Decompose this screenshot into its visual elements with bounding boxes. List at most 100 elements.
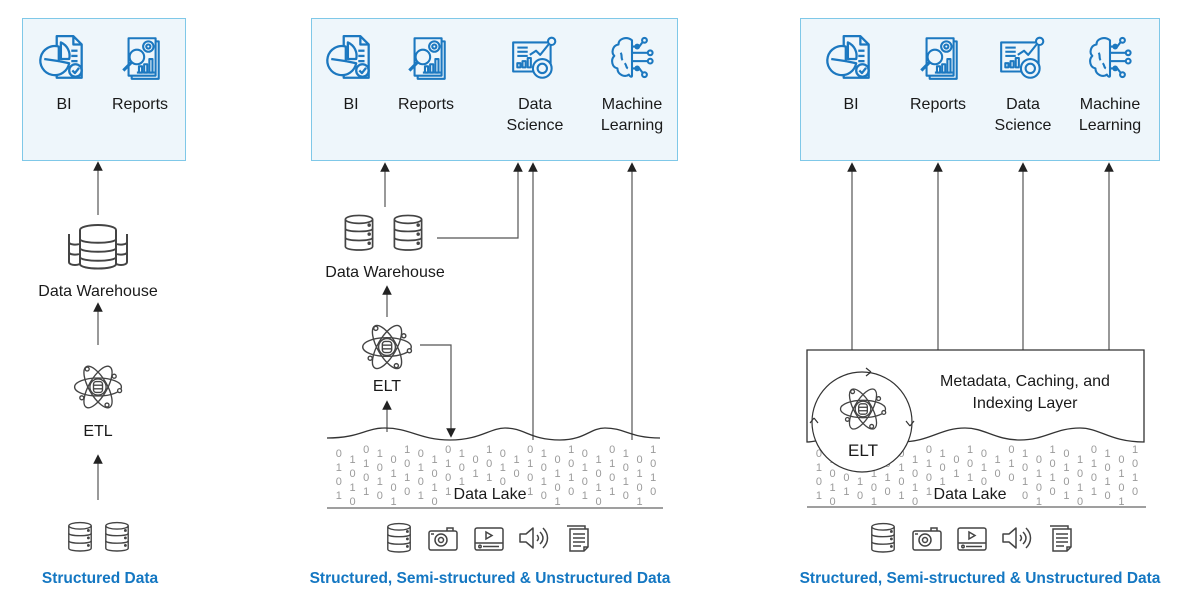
binary-digit: 1: [582, 462, 588, 474]
binary-digit: 1: [830, 482, 836, 494]
consumer-bi[interactable]: BI: [818, 32, 884, 115]
binary-digit: 1: [1091, 486, 1097, 498]
binary-digit: 1: [486, 472, 492, 484]
binary-digit: 1: [623, 448, 629, 460]
binary-digit: 1: [636, 496, 642, 508]
database-icon: [391, 213, 425, 253]
consumer-machine-learning[interactable]: Machine Learning: [590, 32, 674, 136]
binary-digit: 0: [609, 444, 615, 456]
binary-digit: 1: [568, 444, 574, 456]
consumer-label: BI: [843, 96, 859, 113]
binary-digit: 1: [472, 468, 478, 480]
video-icon: [473, 524, 505, 552]
binary-digit: 0: [636, 482, 642, 494]
elt-label: ELT: [848, 441, 878, 460]
binary-digit: 0: [1022, 490, 1028, 502]
binary-digit: 0: [650, 458, 656, 470]
binary-digit: 0: [459, 462, 465, 474]
binary-digit: 0: [995, 468, 1001, 480]
binary-digit: 1: [377, 448, 383, 460]
binary-digit: 1: [363, 486, 369, 498]
data-lake-label: Data Lake: [453, 486, 527, 503]
binary-digit: 0: [377, 462, 383, 474]
binary-digit: 1: [1022, 476, 1028, 488]
binary-digit: 0: [582, 476, 588, 488]
consumer-label: Reports: [397, 96, 455, 113]
source-label-all: Structured, Semi-structured & Unstructur…: [309, 570, 671, 587]
binary-digit: 1: [816, 490, 822, 502]
binary-digit: 1: [554, 468, 560, 480]
document-icon: [563, 523, 591, 553]
binary-digit: 0: [513, 468, 519, 480]
consumer-bi[interactable]: BI: [318, 32, 384, 115]
database-icon: [103, 521, 131, 553]
binary-digit: 1: [1077, 482, 1083, 494]
binary-digit: 0: [1063, 476, 1069, 488]
video-icon: [956, 524, 988, 552]
etl-atom-icon: [71, 360, 125, 414]
consumer-label-line1: Data: [518, 96, 552, 113]
binary-digit: 0: [418, 448, 424, 460]
binary-digit: 0: [926, 472, 932, 484]
binary-digit: 0: [1105, 462, 1111, 474]
consumer-data-science[interactable]: Data Science: [495, 32, 575, 136]
binary-digit: 0: [1077, 496, 1083, 508]
binary-digit: 1: [926, 458, 932, 470]
binary-digit: 0: [940, 462, 946, 474]
binary-digit: 1: [390, 468, 396, 480]
source-label-all: Structured, Semi-structured & Unstructur…: [799, 570, 1161, 587]
binary-digit: 0: [1118, 454, 1124, 466]
binary-digit: 1: [1008, 458, 1014, 470]
binary-digit: 0: [830, 468, 836, 480]
binary-digit: 0: [472, 454, 478, 466]
binary-digit: 1: [912, 482, 918, 494]
bi-report-icon: [825, 32, 877, 84]
binary-digit: 0: [363, 472, 369, 484]
consumer-data-science[interactable]: Data Science: [983, 32, 1063, 136]
warehouse-label: Data Warehouse: [325, 264, 445, 281]
analytics-report-icon: [912, 32, 964, 84]
binary-digit: 1: [595, 482, 601, 494]
analytics-report-icon: [400, 32, 452, 84]
consumer-reports[interactable]: Reports: [898, 32, 978, 115]
binary-digit: 1: [527, 458, 533, 470]
binary-digit: 0: [404, 486, 410, 498]
binary-digit: 0: [349, 468, 355, 480]
binary-digit: 1: [1091, 458, 1097, 470]
binary-digit: 0: [1050, 458, 1056, 470]
binary-digit: 0: [1077, 468, 1083, 480]
binary-digit: 1: [1105, 476, 1111, 488]
binary-digit: 0: [568, 458, 574, 470]
binary-digit: 1: [554, 496, 560, 508]
binary-digit: 0: [1132, 458, 1138, 470]
binary-digit: 1: [1105, 448, 1111, 460]
binary-digit: 1: [582, 490, 588, 502]
database-icon: [342, 213, 376, 253]
binary-digit: 1: [885, 472, 891, 484]
binary-digit: 1: [1063, 490, 1069, 502]
binary-digit: 0: [336, 476, 342, 488]
binary-digit: 1: [377, 476, 383, 488]
binary-digit: 1: [363, 458, 369, 470]
binary-digit: 1: [650, 472, 656, 484]
bi-report-icon: [325, 32, 377, 84]
binary-digit: 1: [871, 496, 877, 508]
binary-digit: 0: [843, 472, 849, 484]
camera-icon: [911, 524, 943, 552]
binary-digit: 0: [363, 444, 369, 456]
binary-digit: 1: [967, 444, 973, 456]
data-science-icon: [509, 32, 561, 84]
binary-digit: 0: [1091, 444, 1097, 456]
binary-digit: 1: [1063, 462, 1069, 474]
binary-digit: 1: [953, 468, 959, 480]
binary-digit: 0: [1063, 448, 1069, 460]
binary-digit: 0: [912, 468, 918, 480]
binary-digit: 0: [953, 454, 959, 466]
binary-digit: 0: [541, 490, 547, 502]
binary-digit: 0: [1105, 490, 1111, 502]
consumer-reports[interactable]: Reports: [388, 32, 464, 115]
binary-digit: 1: [349, 454, 355, 466]
metadata-label-line2: Indexing Layer: [972, 395, 1078, 412]
binary-digit: 0: [609, 472, 615, 484]
consumer-machine-learning[interactable]: Machine Learning: [1068, 32, 1152, 136]
